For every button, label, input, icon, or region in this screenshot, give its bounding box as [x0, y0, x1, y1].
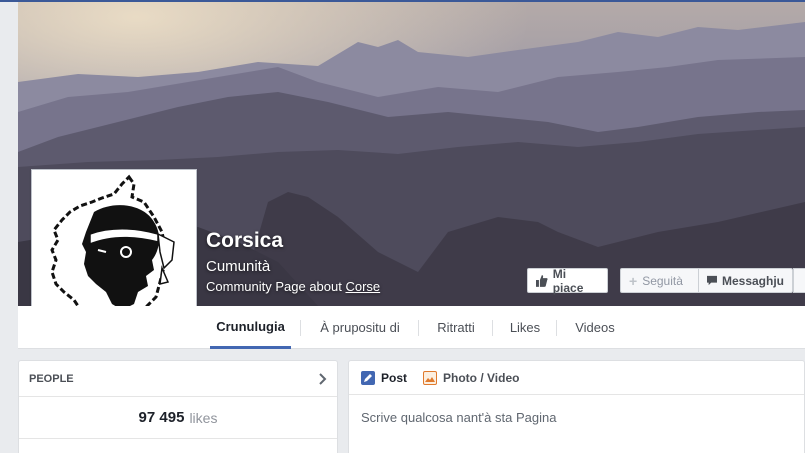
follow-button[interactable]: + Seguità [620, 268, 698, 293]
tab-label: Ritratti [437, 320, 475, 335]
chevron-right-icon[interactable] [319, 372, 327, 385]
likes-count: 97 495 [138, 409, 185, 426]
speech-bubble-icon [707, 275, 717, 286]
people-panel: PEOPLE 97 495 likes [18, 360, 338, 453]
facebook-page: Corsica Cumunità Community Page about Co… [0, 0, 805, 453]
composer-input[interactable]: Scrive qualcosa nant'à sta Pagina [349, 395, 804, 440]
people-header[interactable]: PEOPLE [19, 361, 337, 397]
like-button[interactable]: Mi piace [527, 266, 608, 295]
post-composer: Post Photo / Video Scrive qualcosa nant'… [348, 360, 805, 453]
people-title: PEOPLE [29, 372, 74, 385]
more-button[interactable] [793, 268, 805, 293]
page-title[interactable]: Corsica [206, 229, 283, 253]
composer-tab-photo[interactable]: Photo / Video [423, 370, 520, 385]
post-label: Post [381, 370, 408, 385]
like-label: Mi piace [552, 266, 584, 295]
composer-tab-post[interactable]: Post [361, 370, 408, 385]
tab-label: Crunulugia [216, 318, 285, 334]
community-link[interactable]: Corse [345, 279, 380, 294]
page-tabs: Crunulugia À prupositu di Ritratti Likes… [18, 306, 805, 349]
likes-summary: 97 495 likes [19, 397, 337, 439]
photo-icon [423, 370, 438, 385]
composer-tabs: Post Photo / Video [349, 361, 804, 395]
message-label: Messaghju [721, 273, 784, 288]
photo-label: Photo / Video [443, 370, 520, 385]
tab-likes[interactable]: Likes [500, 306, 550, 349]
likes-word: likes [189, 409, 218, 426]
tab-divider [556, 320, 557, 336]
plus-icon: + [629, 272, 638, 289]
follow-label: Seguità [642, 273, 683, 288]
tab-label: Likes [509, 320, 541, 335]
thumbs-up-icon [536, 274, 548, 287]
tab-divider [300, 320, 301, 336]
tab-photos[interactable]: Ritratti [426, 306, 486, 349]
pencil-icon [361, 370, 375, 385]
tab-label: Videos [575, 320, 615, 335]
tab-crunulugia[interactable]: Crunulugia [210, 306, 291, 349]
community-text: Community Page about [206, 279, 342, 294]
page-category[interactable]: Cumunità [206, 258, 270, 275]
tab-videos[interactable]: Videos [564, 306, 626, 349]
community-line: Community Page about Corse [206, 279, 380, 294]
tab-divider [418, 320, 419, 336]
message-button[interactable]: Messaghju [698, 268, 793, 293]
tab-label: À prupositu di [320, 320, 400, 335]
tab-about[interactable]: À prupositu di [310, 306, 410, 349]
tab-divider [492, 320, 493, 336]
